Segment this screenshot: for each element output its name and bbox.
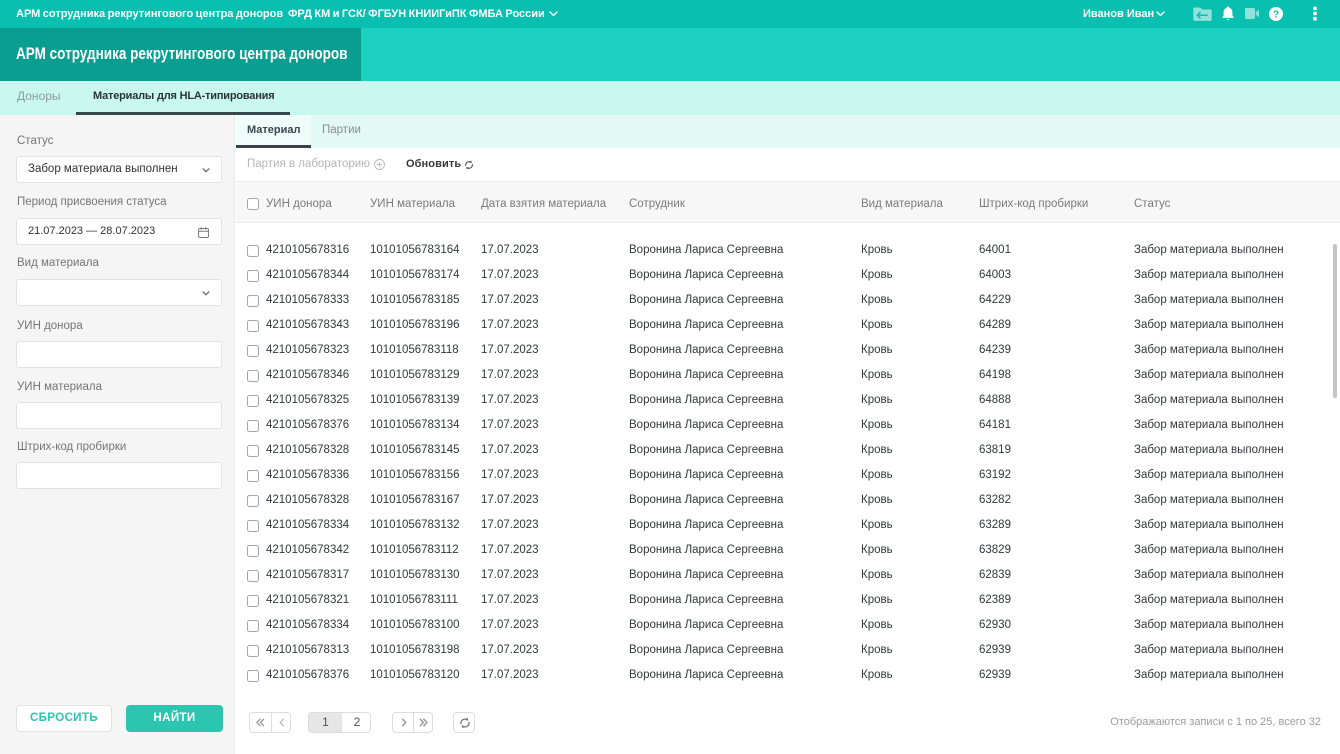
svg-text:?: ?: [1273, 9, 1279, 20]
